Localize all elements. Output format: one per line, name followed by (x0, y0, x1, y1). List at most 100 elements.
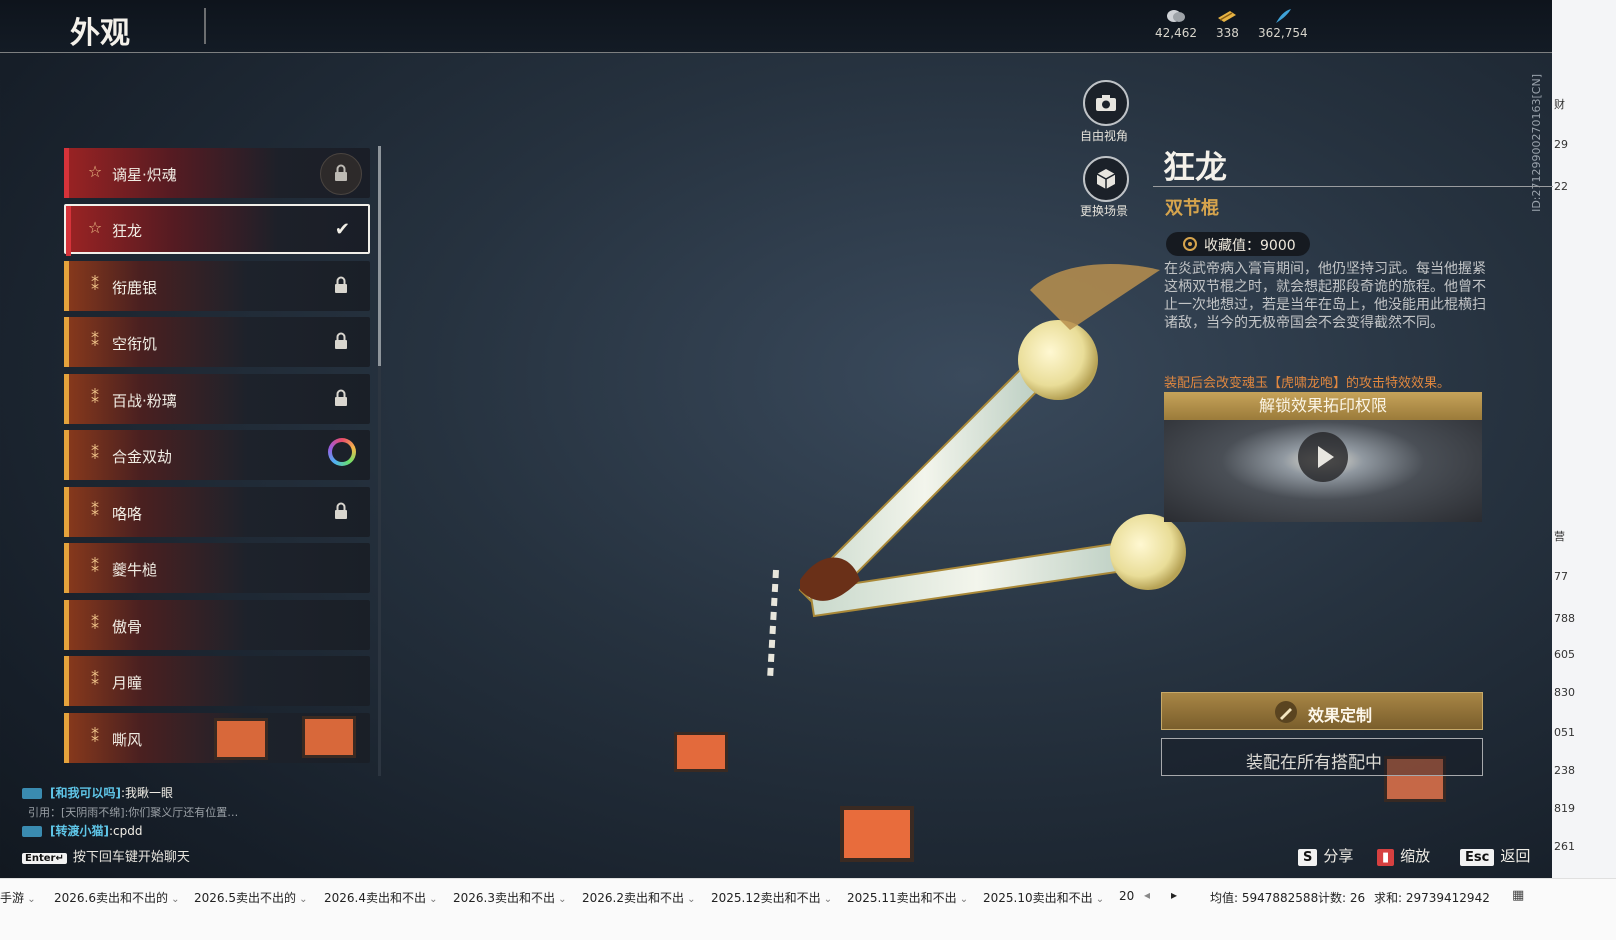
list-item-label: 月瞳 (112, 674, 143, 692)
sheet-tab[interactable]: 2026.3卖出和不出 (453, 889, 567, 906)
share-hotkey[interactable]: S 分享 (1298, 845, 1353, 866)
sheet-tab[interactable]: 手游 (0, 889, 36, 906)
equip-all-button[interactable]: 装配在所有搭配中 (1161, 738, 1483, 776)
sheet-tab[interactable]: 20 (1119, 889, 1134, 903)
sheet-tab[interactable]: 2026.6卖出和不出的 (54, 889, 180, 906)
zoom-hotkey[interactable]: ▮ 缩放 (1377, 845, 1430, 866)
back-hotkey[interactable]: Esc 返回 (1460, 845, 1530, 866)
side-cell: 营 (1554, 530, 1565, 543)
side-cell: 财 (1554, 98, 1565, 111)
chat-sender: [转渡小猫] (50, 824, 109, 838)
coin-icon (1167, 10, 1185, 22)
title-divider (204, 8, 206, 44)
list-item-label: 狂龙 (112, 222, 143, 240)
cross-icon: ⁑ (91, 444, 99, 463)
ticket-icon (1218, 11, 1237, 22)
cross-icon: ⁑ (91, 557, 99, 576)
lock-icon (335, 276, 347, 293)
stat-average: 均值: 5947882588 (1210, 891, 1319, 905)
list-scrollbar-thumb[interactable] (378, 146, 381, 366)
side-cell: 77 (1554, 570, 1568, 583)
tab-scroll-right-icon[interactable]: ▸ (1171, 888, 1177, 902)
list-item[interactable]: ⁑ 百战·粉璃 (64, 374, 370, 424)
feather-icon (1275, 9, 1291, 23)
lantern (674, 732, 728, 772)
list-item-label: 衔鹿银 (112, 279, 158, 297)
chat-text: :我瞅一眼 (120, 786, 174, 800)
weapon-type: 双节棍 (1165, 198, 1219, 219)
chat-message: [转渡小猫]:cpdd (22, 822, 142, 839)
enter-key: Enter↵ (22, 853, 67, 864)
list-item-label: 合金双劫 (112, 448, 173, 466)
rarity-bar (64, 713, 69, 763)
side-cell: 22 (1554, 180, 1568, 193)
list-item-label: 夔牛槌 (112, 561, 158, 579)
page-title: 外观 (70, 16, 130, 51)
rarity-bar (64, 374, 69, 424)
list-item[interactable]: ⁑ 傲骨 (64, 600, 370, 650)
rarity-bar (64, 487, 69, 537)
cube-icon (1096, 169, 1116, 189)
lantern (302, 716, 356, 758)
sheet-tab[interactable]: 2025.10卖出和不出 (983, 889, 1104, 906)
free-view-button[interactable] (1083, 80, 1129, 126)
effect-customize-button[interactable]: 效果定制 (1161, 692, 1483, 730)
mouse-icon: ▮ (1377, 849, 1395, 866)
weapon-description: 在炎武帝病入膏肓期间，他仍坚持习武。每当他握紧这柄双节棍之时，就会想起那段奇诡的… (1164, 261, 1486, 331)
rarity-bar (64, 656, 69, 706)
collect-value-badge: 收藏值：9000 (1166, 232, 1310, 256)
list-item-label: 百战·粉璃 (112, 392, 177, 410)
cross-icon: ⁑ (91, 727, 99, 746)
list-item[interactable]: ⁑ 空衔饥 (64, 317, 370, 367)
spreadsheet-tabbar: 手游 2026.6卖出和不出的 2026.5卖出不出的 2026.4卖出和不出 … (0, 878, 1616, 940)
spiral-icon (1183, 237, 1197, 251)
chat-channel-icon (22, 788, 42, 799)
currency-ticket: 338 (1216, 8, 1239, 40)
chat-message: [和我可以吗]:我瞅一眼 (22, 784, 173, 801)
lantern (840, 806, 914, 862)
sheet-tab[interactable]: 2026.2卖出和不出 (582, 889, 696, 906)
tab-scroll-left-icon[interactable]: ◂ (1144, 888, 1150, 902)
chat-hint-text: 按下回车键开始聊天 (72, 850, 190, 865)
list-item[interactable]: ⁑ 咯咯 (64, 487, 370, 537)
star-icon: ☆ (87, 162, 103, 181)
list-item[interactable]: ⁑ 月瞳 (64, 656, 370, 706)
session-id: ID:27129900270163[CN] (1530, 74, 1543, 212)
view-grid-icon[interactable]: ▦ (1512, 888, 1524, 903)
list-item-label: 咯咯 (112, 505, 143, 523)
currency-coin: 42,462 (1155, 8, 1197, 40)
list-item[interactable]: ⁑ 合金双劫 (64, 430, 370, 480)
sheet-tab[interactable]: 2026.5卖出不出的 (194, 889, 308, 906)
sheet-tab[interactable]: 2025.11卖出和不出 (847, 889, 968, 906)
chat-input-hint[interactable]: Enter↵ 按下回车键开始聊天 (22, 846, 190, 865)
stat-count: 计数: 26 (1318, 891, 1366, 905)
effect-customize-label: 效果定制 (1308, 706, 1373, 725)
change-scene-button[interactable] (1083, 156, 1129, 202)
appearance-list[interactable]: ☆ 谪星·炽魂 ☆ 狂龙 ✔ ⁑ 衔鹿银 ⁑ 空衔饥 ⁑ 百战·粉璃 ⁑ 合金双… (64, 146, 382, 776)
chat-text: :cpdd (108, 824, 143, 838)
unlock-effect-banner: 解锁效果拓印权限 (1164, 392, 1482, 420)
list-item-label: 嘶风 (112, 731, 143, 749)
list-item[interactable]: ☆ 谪星·炽魂 (64, 148, 370, 198)
rarity-bar (64, 600, 69, 650)
side-cell: 238 (1554, 764, 1575, 777)
list-item[interactable]: ⁑ 衔鹿银 (64, 261, 370, 311)
play-icon[interactable] (1298, 432, 1348, 482)
list-item-selected[interactable]: ☆ 狂龙 ✔ (64, 204, 370, 256)
rainbow-ring-icon (328, 438, 356, 466)
free-view-label: 自由视角 (1079, 129, 1128, 143)
rarity-bar (66, 206, 71, 256)
list-item[interactable]: ⁑ 夔牛槌 (64, 543, 370, 593)
list-item-label: 空衔饥 (112, 335, 158, 353)
sheet-tab[interactable]: 2025.12卖出和不出 (711, 889, 832, 906)
currency-feather-value: 362,754 (1258, 26, 1308, 40)
side-cell: 261 (1554, 840, 1575, 853)
rarity-bar (64, 148, 69, 198)
change-scene-label: 更换场景 (1079, 204, 1128, 218)
cross-icon: ⁑ (91, 670, 99, 689)
lock-icon (335, 502, 347, 519)
camera-icon (1096, 95, 1116, 111)
brush-icon (1275, 701, 1297, 723)
collect-value: 收藏值：9000 (1204, 238, 1296, 254)
sheet-tab[interactable]: 2026.4卖出和不出 (324, 889, 438, 906)
